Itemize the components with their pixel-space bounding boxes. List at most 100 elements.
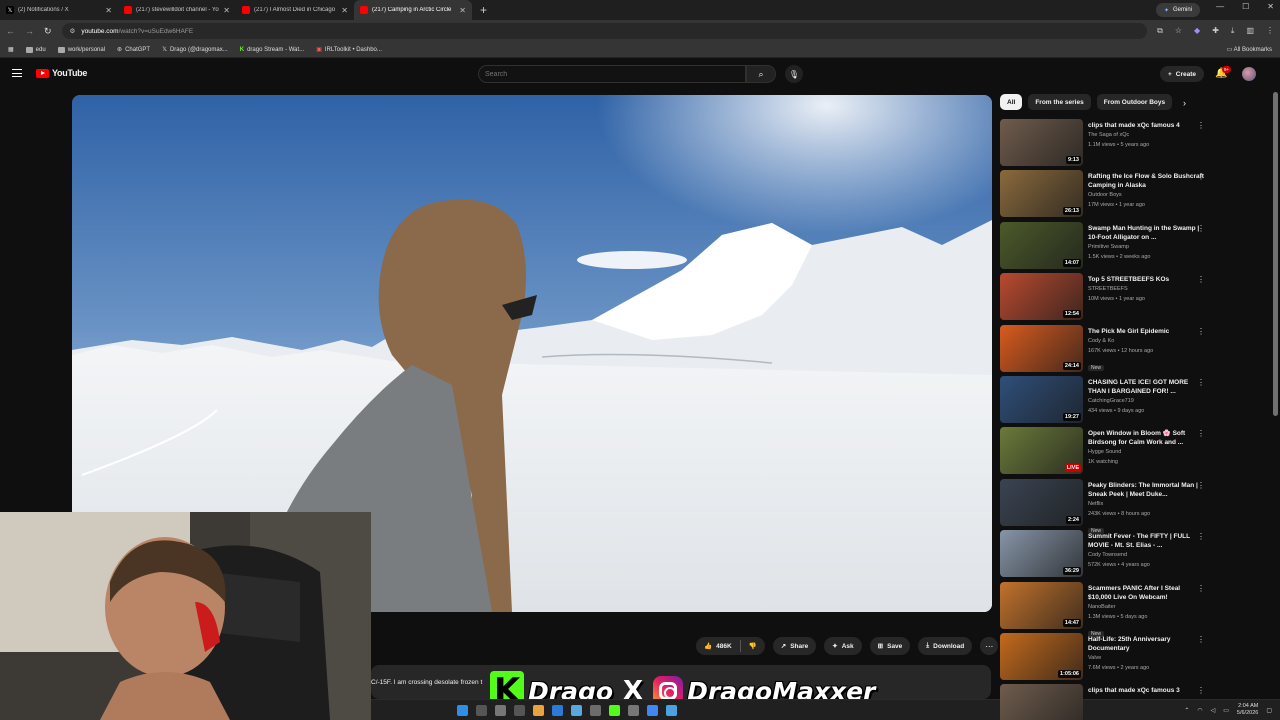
taskbar-app-icon[interactable] bbox=[514, 704, 525, 716]
menu-icon[interactable] bbox=[12, 69, 22, 77]
ask-button[interactable]: ✦ Ask bbox=[824, 637, 862, 655]
video-thumbnail[interactable]: 14:07 bbox=[1000, 221, 1083, 269]
video-title[interactable]: Rafting the Ice Flow & Solo Bushcraft Ca… bbox=[1088, 172, 1205, 190]
battery-icon[interactable]: ▭ bbox=[1223, 707, 1229, 714]
channel-name[interactable]: Cody & Ko bbox=[1088, 336, 1205, 346]
chip-from-series[interactable]: From the series bbox=[1028, 94, 1091, 110]
bookmark-star-icon[interactable]: ☆ bbox=[1175, 26, 1182, 36]
new-tab-button[interactable]: + bbox=[472, 3, 495, 17]
channel-name[interactable]: NanoBaiter bbox=[1088, 602, 1205, 612]
download-icon[interactable]: ⤓ bbox=[1231, 26, 1235, 36]
close-icon[interactable]: ✕ bbox=[105, 6, 112, 15]
more-options-icon[interactable]: ⋮ bbox=[1197, 275, 1205, 284]
recommendation-item[interactable]: 14:47 Scammers PANIC After I Steal $10,00… bbox=[1000, 581, 1205, 637]
chip-from-outdoor-boys[interactable]: From Outdoor Boys bbox=[1096, 94, 1173, 110]
dislike-button[interactable]: 👎 bbox=[741, 637, 765, 655]
recommendation-item[interactable]: 1:05:06 Half-Life: 25th Anniversary Docum… bbox=[1000, 632, 1205, 684]
bookmark-item[interactable]: ⊛ ChatGPT bbox=[117, 46, 150, 54]
video-thumbnail[interactable]: 24:14 bbox=[1000, 324, 1083, 372]
browser-tab[interactable]: 𝕏 (2) Notifications / X ✕ bbox=[0, 0, 118, 20]
search-input[interactable] bbox=[478, 65, 746, 83]
more-options-icon[interactable]: ⋮ bbox=[1197, 121, 1205, 130]
video-title[interactable]: Half-Life: 25th Anniversary Documentary bbox=[1088, 635, 1205, 653]
recommendation-item[interactable]: 19:27 CHASING LATE ICE! GOT MORE THAN I B… bbox=[1000, 375, 1205, 427]
video-title[interactable]: Summit Fever - The FIFTY | FULL MOVIE - … bbox=[1088, 532, 1205, 550]
video-thumbnail[interactable]: 9:13 bbox=[1000, 119, 1083, 166]
taskbar-app-icon[interactable] bbox=[571, 704, 582, 716]
video-thumbnail[interactable]: 14:47 bbox=[1000, 581, 1083, 629]
close-icon[interactable]: ✕ bbox=[459, 6, 466, 15]
menu-dots-icon[interactable]: ⋮ bbox=[1266, 26, 1274, 36]
search-icon[interactable] bbox=[476, 704, 487, 716]
download-button[interactable]: ⤓ Download bbox=[918, 637, 973, 655]
windows-start-icon[interactable] bbox=[457, 704, 468, 716]
video-title[interactable]: clips that made xQc famous 3 bbox=[1088, 686, 1205, 695]
recommendation-item[interactable]: LIVE Open Window in Bloom 🌸 Soft Birdsong… bbox=[1000, 427, 1205, 478]
more-options-icon[interactable]: ⋮ bbox=[1197, 327, 1205, 336]
video-thumbnail[interactable]: 2:24 bbox=[1000, 478, 1083, 526]
more-actions-button[interactable]: ⋯ bbox=[980, 637, 999, 655]
gemini-button[interactable]: ✦ Gemini bbox=[1155, 3, 1200, 17]
more-options-icon[interactable]: ⋮ bbox=[1197, 378, 1205, 387]
chevron-right-icon[interactable]: › bbox=[1183, 98, 1186, 108]
close-window-icon[interactable]: ✕ bbox=[1267, 2, 1274, 11]
taskbar-app-icon[interactable] bbox=[533, 704, 544, 716]
recommendation-item[interactable]: clips that made xQc famous 3 ⋮ bbox=[1000, 684, 1205, 720]
channel-name[interactable]: Netflix bbox=[1088, 499, 1205, 509]
volume-icon[interactable]: ◁ bbox=[1211, 707, 1216, 714]
taskbar-app-icon[interactable] bbox=[590, 704, 601, 716]
back-icon[interactable]: ← bbox=[6, 26, 15, 36]
taskbar-app-icon[interactable] bbox=[495, 704, 506, 716]
video-thumbnail[interactable]: 36:29 bbox=[1000, 530, 1083, 578]
taskbar-app-icon[interactable] bbox=[647, 704, 658, 716]
create-button[interactable]: + Create bbox=[1160, 66, 1205, 82]
video-title[interactable]: The Pick Me Girl Epidemic bbox=[1088, 327, 1205, 336]
video-title[interactable]: clips that made xQc famous 4 bbox=[1088, 121, 1205, 130]
video-title[interactable]: CHASING LATE ICE! GOT MORE THAN I BARGAI… bbox=[1088, 378, 1205, 396]
video-title[interactable]: Peaky Blinders: The Immortal Man | Sneak… bbox=[1088, 481, 1205, 499]
bookmark-item[interactable]: 𝕏 Drago (@dragomax... bbox=[162, 46, 228, 54]
reload-icon[interactable]: ↻ bbox=[44, 26, 52, 37]
taskbar-app-icon[interactable] bbox=[552, 704, 563, 716]
more-options-icon[interactable]: ⋮ bbox=[1197, 481, 1205, 490]
channel-name[interactable]: Hygge Sound bbox=[1088, 447, 1205, 457]
video-thumbnail[interactable]: LIVE bbox=[1000, 427, 1083, 475]
taskbar-app-icon[interactable] bbox=[609, 704, 620, 716]
like-button[interactable]: 👍 486K bbox=[696, 637, 740, 655]
channel-name[interactable]: Outdoor Boys bbox=[1088, 190, 1205, 200]
site-info-icon[interactable]: ⚙ bbox=[70, 27, 76, 35]
minimize-icon[interactable]: — bbox=[1216, 2, 1224, 11]
taskbar-app-icon[interactable] bbox=[628, 704, 639, 716]
channel-name[interactable]: STREETBEEFS bbox=[1088, 284, 1205, 294]
more-options-icon[interactable]: ⋮ bbox=[1197, 584, 1205, 593]
close-icon[interactable]: ✕ bbox=[223, 6, 230, 15]
bookmark-item[interactable]: edu bbox=[25, 46, 46, 53]
puzzle-icon[interactable]: ✚ bbox=[1212, 26, 1219, 36]
all-bookmarks[interactable]: ▭ All Bookmarks bbox=[1227, 46, 1272, 53]
sidepanel-icon[interactable]: ▥ bbox=[1246, 26, 1254, 36]
recommendation-item[interactable]: 14:07 Swamp Man Hunting in the Swamp | 10… bbox=[1000, 221, 1205, 273]
maximize-icon[interactable]: ☐ bbox=[1242, 2, 1249, 11]
share-button[interactable]: ↗ Share bbox=[772, 637, 817, 655]
notification-icon[interactable]: ▢ bbox=[1266, 707, 1272, 714]
recommendation-item[interactable]: 26:13 Rafting the Ice Flow & Solo Bushcra… bbox=[1000, 170, 1205, 221]
bookmark-item[interactable]: ▣ IRLToolkit • Dashbo... bbox=[316, 46, 382, 54]
avatar[interactable] bbox=[1242, 67, 1256, 81]
recommendation-item[interactable]: 36:29 Summit Fever - The FIFTY | FULL MOV… bbox=[1000, 530, 1205, 581]
scrollbar[interactable] bbox=[1273, 92, 1278, 416]
more-options-icon[interactable]: ⋮ bbox=[1197, 429, 1205, 438]
more-options-icon[interactable]: ⋮ bbox=[1197, 532, 1205, 541]
recommendation-item[interactable]: 24:14 The Pick Me Girl Epidemic Cody & Ko 1… bbox=[1000, 324, 1205, 376]
video-thumbnail[interactable]: 19:27 bbox=[1000, 375, 1083, 423]
channel-name[interactable]: Primitive Swamp bbox=[1088, 242, 1205, 252]
more-options-icon[interactable]: ⋮ bbox=[1197, 172, 1205, 181]
taskbar-app-icon[interactable] bbox=[666, 704, 677, 716]
video-title[interactable]: Swamp Man Hunting in the Swamp | 10-Foot… bbox=[1088, 224, 1205, 242]
recommendation-item[interactable]: 2:24 Peaky Blinders: The Immortal Man | S… bbox=[1000, 478, 1205, 534]
search-button[interactable]: ⌕ bbox=[746, 65, 776, 83]
browser-tab-active[interactable]: (217) Camping in Arctic Circle ✕ bbox=[354, 0, 472, 20]
forward-icon[interactable]: → bbox=[25, 26, 34, 36]
close-icon[interactable]: ✕ bbox=[341, 6, 348, 15]
more-options-icon[interactable]: ⋮ bbox=[1197, 224, 1205, 233]
recommendation-item[interactable]: 9:13 clips that made xQc famous 4 The Saga… bbox=[1000, 119, 1205, 170]
